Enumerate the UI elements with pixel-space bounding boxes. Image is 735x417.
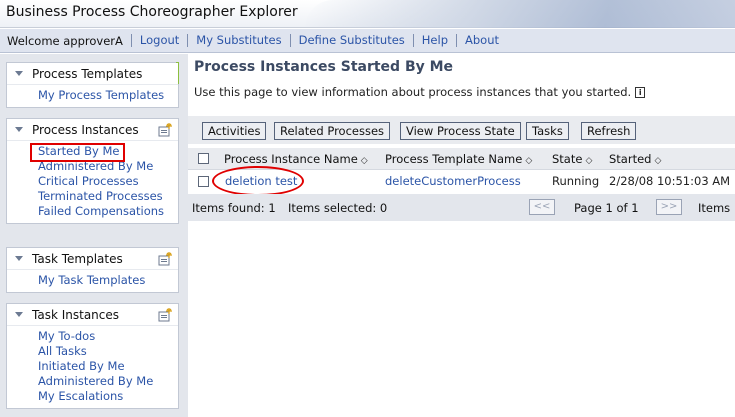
previous-page-button[interactable]: << (529, 199, 555, 215)
tasks-button[interactable]: Tasks (526, 122, 569, 140)
page-description: Use this page to view information about … (194, 85, 646, 99)
related-processes-button[interactable]: Related Processes (274, 122, 391, 140)
process-instances-header[interactable]: Process Instances (7, 119, 178, 141)
collapse-triangle-icon[interactable] (15, 127, 23, 132)
row-checkbox[interactable] (198, 176, 209, 187)
action-toolbar: Activities Related Processes View Proces… (188, 116, 735, 144)
sidebar-item-my-task-templates[interactable]: My Task Templates (38, 273, 178, 288)
table-footer: Items found: 1 Items selected: 0 << Page… (188, 194, 735, 221)
highlight-oval (212, 166, 304, 196)
help-link[interactable]: Help (412, 34, 456, 47)
sort-icon[interactable]: ◇ (525, 156, 533, 166)
title-bar: Business Process Choreographer Explorer (0, 0, 735, 28)
column-process-template-name[interactable]: Process Template Name ◇ (385, 152, 533, 166)
task-templates-header[interactable]: Task Templates (7, 248, 178, 270)
process-instances-title: Process Instances (32, 122, 139, 137)
collapse-triangle-icon[interactable] (15, 256, 23, 261)
table-row: deletion test deleteCustomerProcess Runn… (188, 166, 735, 196)
sort-icon[interactable]: ◇ (585, 156, 593, 166)
task-instances-title: Task Instances (32, 307, 120, 322)
sidebar-item-my-to-dos[interactable]: My To-dos (38, 329, 178, 344)
column-label: Process Instance Name (224, 152, 358, 166)
sidebar-item-initiated-by-me[interactable]: Initiated By Me (38, 359, 178, 374)
items-found: Items found: 1 (192, 201, 276, 215)
add-favorite-icon[interactable] (158, 123, 172, 137)
sidebar: Process Templates My Process Templates P… (0, 54, 188, 417)
task-instances-header[interactable]: Task Instances (7, 304, 178, 326)
highlight-box (30, 143, 125, 162)
next-page-button[interactable]: >> (656, 199, 682, 215)
task-templates-panel: Task Templates My Task Templates (6, 247, 179, 293)
column-started[interactable]: Started ◇ (609, 152, 662, 166)
sidebar-item-critical-processes[interactable]: Critical Processes (38, 174, 178, 189)
select-all-checkbox[interactable] (198, 153, 209, 164)
welcome-text: Welcome approverA (7, 33, 123, 48)
items-selected: Items selected: 0 (288, 201, 388, 215)
column-state[interactable]: State ◇ (552, 152, 593, 166)
about-link[interactable]: About (456, 34, 507, 47)
my-substitutes-link[interactable]: My Substitutes (187, 34, 289, 47)
collapse-triangle-icon[interactable] (15, 312, 23, 317)
app-title: Business Process Choreographer Explorer (6, 4, 298, 20)
task-instances-panel: Task Instances My To-dos All Tasks Initi… (6, 303, 179, 409)
top-nav: Welcome approverA Logout My Substitutes … (0, 29, 735, 53)
process-templates-header[interactable]: Process Templates (7, 63, 178, 85)
add-favorite-icon[interactable] (158, 252, 172, 266)
column-process-instance-name[interactable]: Process Instance Name ◇ (224, 152, 369, 166)
column-label: State (552, 152, 583, 166)
description-text: Use this page to view information about … (194, 85, 632, 99)
state-cell: Running (552, 174, 600, 188)
process-instances-panel: Process Instances Started By Me Administ… (6, 118, 179, 224)
task-templates-title: Task Templates (32, 251, 123, 266)
process-templates-panel: Process Templates My Process Templates (6, 62, 179, 108)
view-process-state-button[interactable]: View Process State (400, 122, 521, 140)
sidebar-item-all-tasks[interactable]: All Tasks (38, 344, 178, 359)
sidebar-item-my-process-templates[interactable]: My Process Templates (38, 88, 178, 103)
process-template-link[interactable]: deleteCustomerProcess (385, 174, 521, 188)
sidebar-item-terminated-processes[interactable]: Terminated Processes (38, 189, 178, 204)
page-title: Process Instances Started By Me (194, 59, 454, 75)
sidebar-item-administered-by-me-tasks[interactable]: Administered By Me (38, 374, 178, 389)
collapse-triangle-icon[interactable] (15, 71, 23, 76)
process-templates-title: Process Templates (32, 66, 143, 81)
sidebar-item-failed-compensations[interactable]: Failed Compensations (38, 204, 178, 219)
logout-link[interactable]: Logout (130, 34, 187, 47)
title-decoration (305, 0, 735, 28)
column-label: Started (609, 152, 652, 166)
page-indicator: Page 1 of 1 (574, 201, 639, 215)
main-content: Process Instances Started By Me Use this… (188, 54, 735, 417)
define-substitutes-link[interactable]: Define Substitutes (289, 34, 413, 47)
add-favorite-icon[interactable] (158, 308, 172, 322)
sort-icon[interactable]: ◇ (654, 156, 662, 166)
column-label: Process Template Name (385, 152, 523, 166)
started-cell: 2/28/08 10:51:03 AM (609, 174, 731, 188)
refresh-button[interactable]: Refresh (581, 122, 637, 140)
items-per-page-label: Items (698, 201, 731, 215)
sort-icon[interactable]: ◇ (361, 156, 369, 166)
activities-button[interactable]: Activities (202, 122, 267, 140)
info-icon[interactable]: i (635, 87, 646, 98)
sidebar-item-my-escalations[interactable]: My Escalations (38, 389, 178, 404)
